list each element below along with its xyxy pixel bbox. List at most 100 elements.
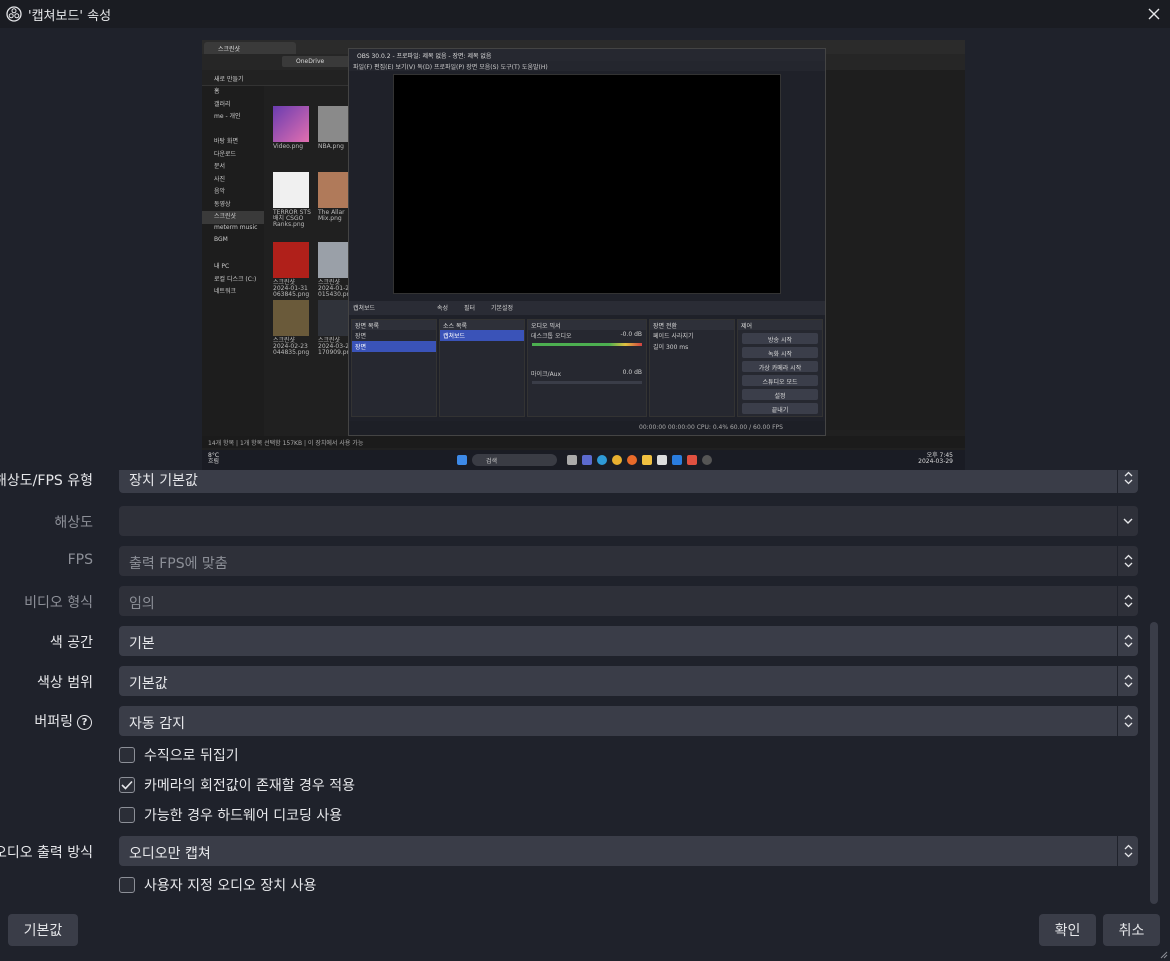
explorer-nav-item: 음악: [214, 188, 226, 195]
explorer-sidebar: 홈 갤러리 me - 개인 바탕 화면 다운로드 문서 사진 음악 동영상 스크…: [202, 86, 264, 436]
cancel-button[interactable]: 취소: [1103, 914, 1160, 946]
obs-status-bar: 00:00:00 00:00:00 CPU: 0.4% 60.00 / 60.0…: [349, 421, 825, 435]
updown-arrow-icon: [1117, 546, 1138, 576]
explorer-nav-item: [202, 124, 264, 137]
buffering-label-wrap: 버퍼링?: [34, 711, 92, 731]
folder-icon: [642, 455, 652, 465]
explorer-nav-item: 갤러리: [214, 100, 231, 108]
row-color-range: 색상 범위 기본값: [0, 666, 1150, 696]
obs-sources-dock: 소스 목록 캡쳐보드: [439, 319, 525, 417]
scene-item: 장면: [355, 333, 367, 340]
apply-rotation-checkbox[interactable]: 카메라의 회전값이 존재할 경우 적용: [119, 775, 355, 795]
row-color-space: 색 공간 기본: [0, 626, 1150, 656]
explorer-details-pane: [826, 70, 965, 430]
explorer-nav-item: 내 PC: [214, 263, 230, 270]
obs-transitions-dock: 장면 전환 페이드 사라지기 길이 300 ms: [649, 319, 735, 417]
obs-control-button: 녹화 시작: [742, 347, 818, 358]
checkbox-box[interactable]: [119, 777, 135, 793]
apply-rotation-label: 카메라의 회전값이 존재할 경우 적용: [144, 778, 355, 794]
checkbox-box[interactable]: [119, 747, 135, 763]
explorer-nav-item: 사진: [214, 175, 226, 183]
window-title: '캡쳐보드' 속성: [28, 8, 112, 24]
dock-title: 장면 목록: [352, 320, 436, 330]
obs-context-item: 필터: [463, 305, 476, 312]
audio-output-mode-select[interactable]: 오디오만 캡쳐: [119, 836, 1138, 866]
vertical-scrollbar[interactable]: [1150, 622, 1158, 904]
updown-arrow-icon: [1117, 706, 1138, 736]
file-label: Video.png: [273, 143, 304, 150]
color-range-select[interactable]: 기본값: [119, 666, 1138, 696]
resize-grip-icon[interactable]: [1158, 949, 1168, 959]
row-buffering: 버퍼링? 자동 감지: [0, 706, 1150, 736]
flip-vertical-label: 수직으로 뒤집기: [144, 748, 239, 764]
transition-duration: 길이 300 ms: [653, 344, 689, 351]
help-icon[interactable]: ?: [77, 714, 92, 730]
obs-context-bar: 캡쳐보드 속성 필터 기본설정: [349, 301, 825, 315]
buffering-select[interactable]: 자동 감지: [119, 706, 1138, 736]
close-button[interactable]: [1144, 4, 1164, 24]
transition-type: 페이드 사라지기: [653, 333, 694, 340]
obs-window-preview: OBS 30.0.2 - 프로파일: 제목 없음 - 장면: 제목 없음 파일(…: [348, 48, 826, 436]
taskbar-search: 검색: [472, 454, 557, 466]
mixer-channel-name: 데스크톱 오디오: [531, 333, 572, 340]
fps-select[interactable]: 출력 FPS에 맞춤: [119, 546, 1138, 576]
audio-output-mode-value: 오디오만 캡쳐: [129, 846, 211, 862]
explorer-nav-item: 문서: [214, 163, 226, 170]
explorer-file-grid: Video.png NBA.png TERROR STS 배치 CSGO Ran…: [268, 100, 354, 450]
checkbox-box[interactable]: [119, 877, 135, 893]
defaults-button[interactable]: 기본값: [8, 914, 78, 946]
resolution-label: 해상도: [54, 515, 93, 531]
app-icon: [672, 455, 682, 465]
chat-icon: [582, 455, 592, 465]
updown-arrow-icon: [1117, 836, 1138, 866]
buffering-value: 자동 감지: [129, 716, 185, 732]
explorer-status: 14개 항목 | 1개 항목 선택함 157KB | 이 장치에서 사용 가능: [202, 436, 965, 448]
obs-control-button: 끝내기: [742, 403, 818, 414]
source-item: 캡쳐보드: [440, 330, 524, 341]
file-label: 스크린샷 2024-02-23 044835.png: [273, 337, 310, 356]
fps-value: 출력 FPS에 맞춤: [129, 556, 228, 572]
custom-audio-device-checkbox[interactable]: 사용자 지정 오디오 장치 사용: [119, 875, 316, 895]
flip-vertical-checkbox[interactable]: 수직으로 뒤집기: [119, 745, 239, 765]
obs-title: OBS 30.0.2 - 프로파일: 제목 없음 - 장면: 제목 없음: [349, 49, 825, 61]
row-audio-output-mode: 오디오 출력 방식 오디오만 캡쳐: [0, 836, 1150, 866]
mixer-meter: [532, 343, 642, 346]
checkbox-box[interactable]: [119, 807, 135, 823]
audio-output-mode-label: 오디오 출력 방식: [0, 845, 93, 861]
fps-label: FPS: [67, 552, 93, 568]
updown-arrow-icon: [1117, 470, 1138, 493]
explorer-nav-item: [202, 249, 264, 262]
mixer-channel-name: 마이크/Aux: [531, 371, 562, 378]
windows-taskbar: 8°C 흐림 검색 오후 7:45 2024-03-29: [202, 450, 965, 470]
row-video-format: 비디오 형식 임의: [0, 586, 1150, 616]
file-thumbnail: [273, 106, 309, 142]
explorer-nav-item: 홈: [214, 88, 220, 95]
row-resolution-fps-type: 해상도/FPS 유형 장치 기본값: [0, 470, 1150, 493]
obs-context-item: 속성: [437, 305, 449, 312]
video-format-select[interactable]: 임의: [119, 586, 1138, 616]
explorer-nav-item: BGM: [214, 236, 228, 243]
hw-decoding-checkbox[interactable]: 가능한 경우 하드웨어 디코딩 사용: [119, 805, 342, 825]
resolution-select[interactable]: [119, 506, 1138, 536]
color-space-label: 색 공간: [49, 635, 93, 651]
chevron-down-icon: [1117, 506, 1138, 536]
ok-button[interactable]: 확인: [1039, 914, 1096, 946]
obs-control-button: 설정: [742, 389, 818, 400]
obs-canvas: [393, 74, 781, 294]
obs-context-source: 캡쳐보드: [353, 305, 376, 312]
mixer-channel: 마이크/Aux 0.0 dB: [528, 368, 646, 379]
row-resolution: 해상도: [0, 506, 1150, 536]
resolution-fps-type-value: 장치 기본값: [129, 473, 198, 489]
mixer-db: 0.0 dB: [622, 369, 642, 376]
obs-logo-icon: [6, 6, 22, 22]
color-space-select[interactable]: 기본: [119, 626, 1138, 656]
obs-scenes-dock: 장면 목록 장면 장면: [351, 319, 437, 417]
obs-mixer-dock: 오디오 믹서 데스크톱 오디오 -0.0 dB 마이크/Aux 0.0 dB: [527, 319, 647, 417]
checkmark-icon: [121, 780, 133, 790]
taskview-icon: [567, 455, 577, 465]
taskbar-clock: 오후 7:45 2024-03-29: [918, 453, 953, 465]
explorer-new-label: 새로 만들기: [214, 76, 244, 83]
buffering-label: 버퍼링: [34, 714, 73, 730]
resolution-fps-type-select[interactable]: 장치 기본값: [119, 470, 1138, 493]
hw-decoding-label: 가능한 경우 하드웨어 디코딩 사용: [144, 808, 343, 824]
